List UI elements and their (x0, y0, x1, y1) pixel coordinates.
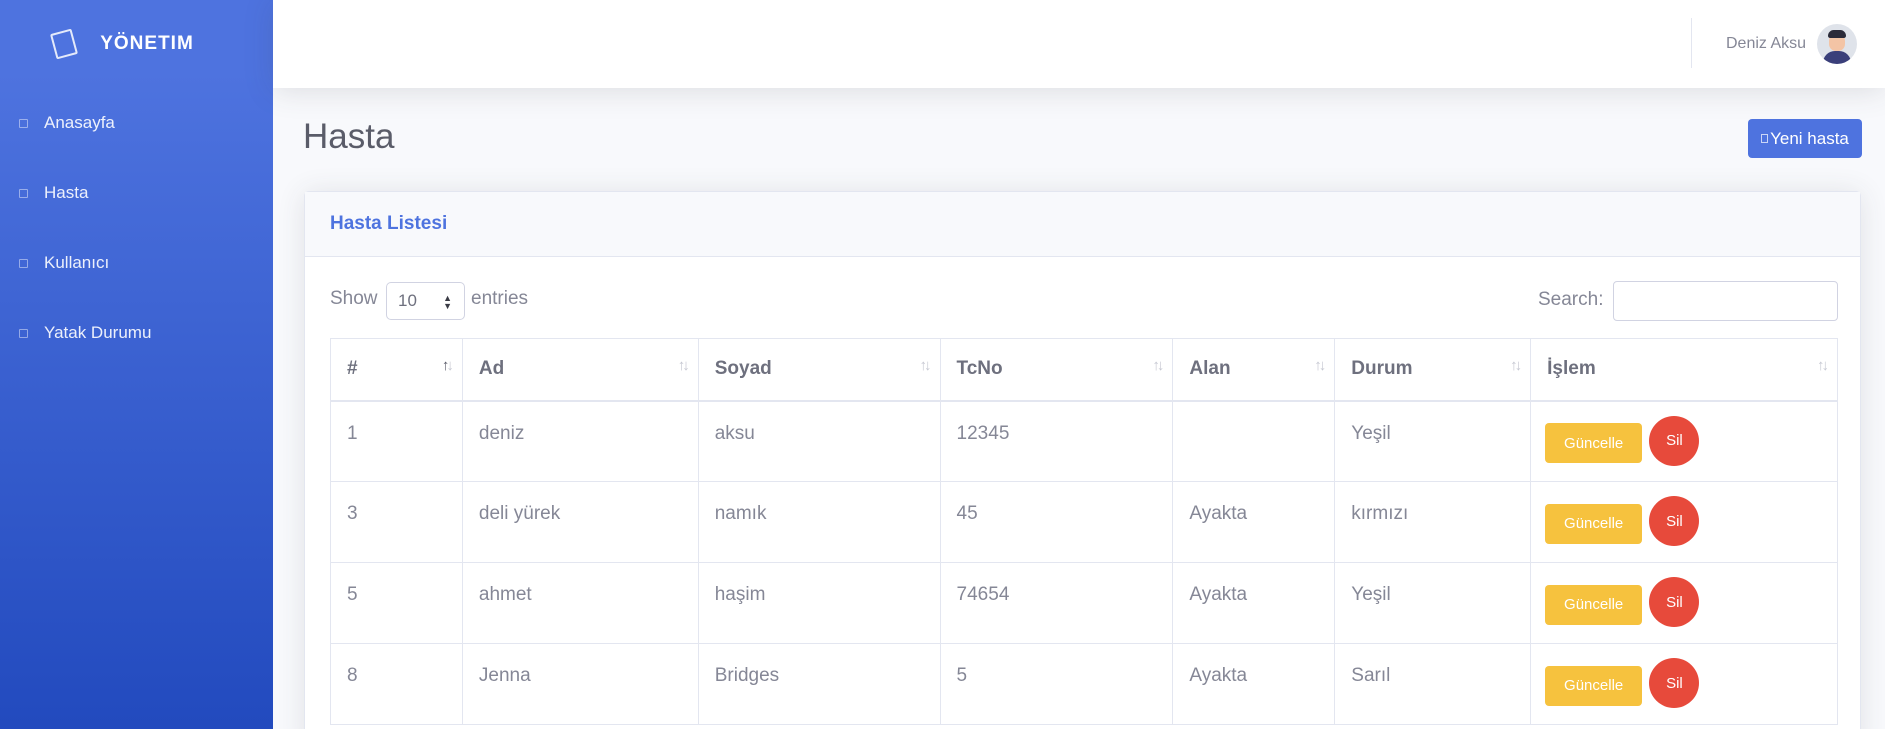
column-header-label: Ad (478, 358, 505, 380)
avatar-hair-shape (1828, 30, 1846, 38)
cell-durum: Sarıl (1334, 643, 1532, 725)
cell-ad: Jenna (461, 643, 699, 725)
search-input[interactable] (1613, 281, 1838, 321)
delete-button[interactable]: Sil (1649, 496, 1700, 546)
search-label: Search: (1538, 289, 1604, 310)
patient-list-card: Hasta Listesi Show 10 ▲ ▼ entries Search:… (304, 191, 1861, 729)
cell-alan: Ayakta (1172, 481, 1336, 563)
topbar: Deniz Aksu (273, 0, 1885, 88)
column-header-soyad[interactable]: Soyad ↑↓ (697, 338, 941, 402)
column-header-label: Alan (1189, 358, 1231, 380)
cell-tcno: 45 (939, 481, 1174, 563)
delete-button[interactable]: Sil (1649, 658, 1700, 708)
cell-actions: Güncelle Sil (1530, 562, 1838, 644)
cell-id: 5 (330, 562, 463, 644)
cell-alan (1172, 400, 1336, 482)
avatar-body-shape (1823, 51, 1851, 64)
cell-tcno: 5 (939, 643, 1174, 725)
sort-icon: ↑↓ (919, 357, 932, 374)
cell-tcno: 74654 (939, 562, 1174, 644)
new-patient-label: Yeni hasta (1770, 128, 1849, 148)
cell-soyad: aksu (697, 400, 941, 482)
column-header-alan[interactable]: Alan ↑↓ (1172, 338, 1336, 402)
table-row: 8 Jenna Bridges 5 Ayakta Sarıl Güncelle … (330, 643, 1838, 725)
column-header-label: İşlem (1547, 358, 1596, 380)
column-header-label: Soyad (714, 358, 772, 380)
brand-title: YÖNETIM (100, 33, 194, 54)
cell-soyad: haşim (697, 562, 941, 644)
brand[interactable]: YÖNETIM (0, 0, 273, 88)
sort-asc-icon: ↑↓ (441, 357, 454, 374)
sort-icon: ↑↓ (1510, 357, 1522, 374)
cell-id: 3 (330, 481, 463, 563)
entries-select[interactable]: 10 ▲ ▼ (386, 282, 465, 320)
column-header-label: # (347, 358, 358, 380)
cell-durum: Yeşil (1334, 400, 1532, 482)
sort-icon: ↑↓ (677, 357, 690, 374)
table-header-row: # ↑↓ Ad ↑↓ Soyad ↑↓ TcNo ↑↓ Alan ↑↓ Duru… (330, 338, 1838, 402)
column-header-label: TcNo (956, 358, 1003, 380)
patient-icon (19, 188, 28, 198)
sidebar-item-hasta[interactable]: Hasta (0, 173, 273, 213)
column-header-ad[interactable]: Ad ↑↓ (461, 338, 699, 402)
sidebar-item-label: Yatak Durumu (44, 323, 152, 342)
sidebar-item-label: Kullanıcı (44, 253, 110, 272)
cell-alan: Ayakta (1172, 643, 1336, 725)
page-title: Hasta (303, 117, 395, 156)
cell-id: 8 (330, 643, 463, 725)
table-row: 1 deniz aksu 12345 Yeşil Güncelle Sil (330, 400, 1838, 482)
sort-icon: ↑↓ (1817, 357, 1829, 374)
column-header-durum[interactable]: Durum ↑↓ (1334, 338, 1532, 402)
bed-icon (19, 328, 28, 338)
cell-id: 1 (330, 400, 463, 482)
card-title: Hasta Listesi (305, 192, 1860, 257)
cell-actions: Güncelle Sil (1530, 400, 1838, 482)
delete-button[interactable]: Sil (1649, 415, 1700, 466)
update-button[interactable]: Güncelle (1545, 423, 1643, 463)
table-row: 3 deli yürek namık 45 Ayakta kırmızı Gün… (330, 481, 1838, 563)
sort-icon: ↑↓ (1314, 357, 1326, 374)
cell-tcno: 12345 (939, 400, 1174, 482)
plus-icon (1761, 134, 1769, 143)
patient-table: # ↑↓ Ad ↑↓ Soyad ↑↓ TcNo ↑↓ Alan ↑↓ Duru… (330, 338, 1838, 725)
avatar[interactable] (1817, 24, 1857, 64)
update-button[interactable]: Güncelle (1545, 584, 1643, 625)
cell-soyad: Bridges (697, 643, 941, 725)
user-icon (19, 258, 28, 268)
cell-alan: Ayakta (1172, 562, 1336, 644)
entries-label: entries (471, 288, 529, 309)
brand-logo-icon (50, 28, 79, 60)
sidebar-item-label: Anasayfa (44, 113, 115, 132)
delete-button[interactable]: Sil (1649, 577, 1700, 627)
column-header-islem[interactable]: İşlem ↑↓ (1530, 338, 1838, 402)
sort-icon: ↑↓ (1152, 357, 1164, 374)
cell-ad: ahmet (461, 562, 699, 644)
column-header-id[interactable]: # ↑↓ (330, 338, 463, 402)
sidebar-item-label: Hasta (44, 183, 89, 202)
home-icon (19, 118, 28, 128)
cell-ad: deli yürek (461, 481, 699, 563)
user-name[interactable]: Deniz Aksu (1726, 35, 1806, 53)
table-row: 5 ahmet haşim 74654 Ayakta Yeşil Güncell… (330, 562, 1838, 644)
update-button[interactable]: Güncelle (1545, 665, 1643, 706)
show-label: Show (330, 288, 378, 309)
cell-ad: deniz (461, 400, 699, 482)
column-header-tcno[interactable]: TcNo ↑↓ (939, 338, 1174, 402)
cell-durum: Yeşil (1334, 562, 1532, 644)
cell-actions: Güncelle Sil (1530, 481, 1838, 563)
new-patient-button[interactable]: Yeni hasta (1748, 119, 1862, 158)
entries-select-value: 10 (398, 291, 417, 310)
sidebar-item-yatak-durumu[interactable]: Yatak Durumu (0, 313, 273, 353)
cell-soyad: namık (697, 481, 941, 563)
update-button[interactable]: Güncelle (1545, 503, 1643, 544)
cell-durum: kırmızı (1334, 481, 1532, 563)
topbar-divider (1691, 18, 1692, 68)
cell-actions: Güncelle Sil (1530, 643, 1838, 725)
sidebar-item-kullanici[interactable]: Kullanıcı (0, 243, 273, 283)
sidebar: YÖNETIM Anasayfa Hasta Kullanıcı Yatak D… (0, 0, 273, 729)
sidebar-item-anasayfa[interactable]: Anasayfa (0, 103, 273, 143)
select-arrows-icon: ▲ ▼ (443, 293, 452, 311)
column-header-label: Durum (1351, 358, 1413, 380)
